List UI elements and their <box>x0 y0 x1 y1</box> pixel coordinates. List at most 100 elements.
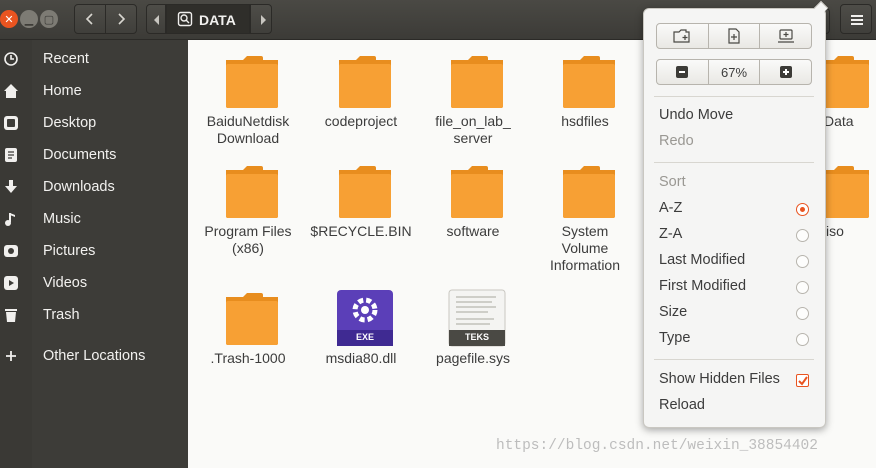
download-icon <box>5 180 17 193</box>
sidebar-item-label: Downloads <box>43 179 115 195</box>
new-item-segment <box>656 23 812 49</box>
sidebar-item-label: Videos <box>43 275 88 291</box>
sidebar-item-pictures[interactable]: Pictures <box>0 235 188 267</box>
file-name: codeproject <box>324 113 398 129</box>
forward-icon <box>118 13 126 25</box>
new-folder-icon <box>673 29 690 43</box>
file-name: pagefile.sys <box>436 350 510 366</box>
sort-size-radio[interactable] <box>796 307 809 320</box>
file-name: software <box>446 223 500 239</box>
folder-icon <box>226 56 278 108</box>
close-icon[interactable]: ✕ <box>0 10 18 28</box>
redo-item[interactable]: Redo <box>659 133 694 149</box>
file-name: .Trash-1000 <box>210 350 286 366</box>
back-button[interactable] <box>74 4 106 34</box>
sidebar-item-downloads[interactable]: Downloads <box>0 171 188 203</box>
watermark: https://blog.csdn.net/weixin_38854402 <box>496 438 818 454</box>
sort-first-modified[interactable]: First Modified <box>659 278 746 294</box>
file-name: iso <box>826 223 844 239</box>
file-item[interactable]: Program Files (x86) <box>192 150 304 270</box>
sort-type[interactable]: Type <box>659 330 690 346</box>
maximize-icon[interactable]: ▢ <box>40 10 58 28</box>
sidebar-item-recent[interactable]: Recent <box>0 43 188 75</box>
file-item[interactable]: TEKS pagefile.sys <box>417 277 529 377</box>
file-name: Data <box>824 113 854 129</box>
forward-button[interactable] <box>105 4 137 34</box>
show-hidden-files-checkbox[interactable] <box>796 374 809 387</box>
new-document-button[interactable] <box>709 24 761 48</box>
file-item[interactable]: .Trash-1000 <box>192 277 304 377</box>
sidebar-item-documents[interactable]: Documents <box>0 139 188 171</box>
file-type-badge: TEKS <box>464 332 489 342</box>
chevron-left-icon <box>154 15 159 25</box>
music-icon <box>5 213 15 226</box>
sidebar-item-label: Recent <box>43 51 89 67</box>
sort-z-a-radio[interactable] <box>796 229 809 242</box>
show-hidden-files-item[interactable]: Show Hidden Files <box>659 371 780 387</box>
sidebar-item-other-locations[interactable]: Other Locations <box>0 340 188 372</box>
menu-button[interactable] <box>840 4 872 34</box>
open-terminal-button[interactable] <box>760 24 811 48</box>
file-item[interactable]: file_on_lab_ server <box>417 40 529 150</box>
sidebar-item-home[interactable]: Home <box>0 75 188 107</box>
path-bar-current[interactable]: DATA <box>166 4 250 34</box>
folder-icon <box>451 56 503 108</box>
sidebar-item-desktop[interactable]: Desktop <box>0 107 188 139</box>
zoom-in-icon <box>779 66 792 78</box>
reload-item[interactable]: Reload <box>659 397 705 413</box>
zoom-out-icon <box>676 66 689 78</box>
folder-icon <box>451 166 503 218</box>
menu-icon <box>851 15 863 17</box>
folder-icon <box>226 166 278 218</box>
chevron-right-icon <box>261 15 266 25</box>
file-item[interactable]: software <box>417 150 529 270</box>
file-item[interactable]: $RECYCLE.BIN <box>305 150 417 270</box>
undo-move-item[interactable]: Undo Move <box>659 107 733 123</box>
sort-last-modified[interactable]: Last Modified <box>659 252 745 268</box>
sort-a-z[interactable]: A-Z <box>659 200 682 216</box>
sort-type-radio[interactable] <box>796 333 809 346</box>
bookmark-icon <box>777 29 794 43</box>
folder-icon <box>226 293 278 345</box>
sidebar-item-label: Trash <box>43 307 80 323</box>
file-name: file_on_lab_ server <box>435 113 511 146</box>
file-item[interactable]: System Volume Information <box>529 150 641 273</box>
file-item[interactable]: EXE msdia80.dll <box>305 277 417 377</box>
video-icon <box>4 276 18 290</box>
zoom-level[interactable]: 67% <box>709 60 761 84</box>
sidebar-item-label: Desktop <box>43 115 97 131</box>
sidebar-item-label: Pictures <box>43 243 96 259</box>
folder-icon <box>563 56 615 108</box>
folder-icon <box>563 166 615 218</box>
sort-last-modified-radio[interactable] <box>796 255 809 268</box>
home-icon <box>4 84 18 98</box>
zoom-in-button[interactable] <box>760 60 811 84</box>
sidebar-item-label: Other Locations <box>43 348 146 364</box>
minimize-icon[interactable]: ▁ <box>20 10 38 28</box>
new-folder-button[interactable] <box>657 24 709 48</box>
path-scroll-right[interactable] <box>250 4 272 34</box>
sidebar-item-videos[interactable]: Videos <box>0 267 188 299</box>
new-document-icon <box>728 28 740 44</box>
file-item[interactable]: codeproject <box>305 40 417 150</box>
sort-first-modified-radio[interactable] <box>796 281 809 294</box>
sort-size[interactable]: Size <box>659 304 687 320</box>
path-scroll-left[interactable] <box>146 4 166 34</box>
sort-z-a[interactable]: Z-A <box>659 226 682 242</box>
picture-icon <box>4 245 18 257</box>
file-name: hsdfiles <box>561 113 609 129</box>
sidebar-item-music[interactable]: Music <box>0 203 188 235</box>
document-icon <box>5 148 17 162</box>
zoom-out-button[interactable] <box>657 60 709 84</box>
folder-icon <box>339 56 391 108</box>
file-name: Program Files (x86) <box>204 223 292 256</box>
sort-a-z-radio[interactable] <box>796 203 809 216</box>
file-item[interactable]: BaiduNetdisk Download <box>192 40 304 150</box>
checkmark-icon <box>798 376 808 386</box>
sidebar-item-label: Music <box>43 211 81 227</box>
file-item[interactable]: hsdfiles <box>529 40 641 150</box>
trash-icon <box>5 309 17 322</box>
view-options-popover: 67% Undo Move Redo Sort A-Z Z-A Last Mod… <box>643 0 829 428</box>
sidebar-item-trash[interactable]: Trash <box>0 299 188 331</box>
sidebar-item-label: Home <box>43 83 82 99</box>
